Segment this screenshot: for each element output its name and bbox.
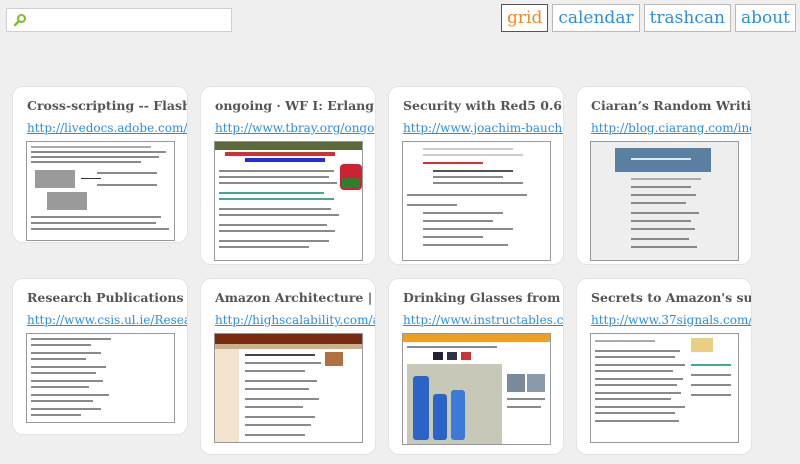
bookmark-card[interactable]: Amazon Architecture | H http://highscala…: [201, 279, 375, 454]
card-title: Research Publications: [27, 290, 184, 305]
card-title: Ciaran’s Random Writin: [591, 98, 751, 113]
bookmark-card[interactable]: Drinking Glasses from W http://www.instr…: [389, 279, 563, 454]
search-input[interactable]: [29, 11, 229, 31]
bookmark-card[interactable]: Cross-scripting -- Flash C http://livedo…: [13, 87, 187, 242]
card-title: Amazon Architecture | H: [215, 290, 375, 305]
nav-calendar[interactable]: calendar: [552, 4, 640, 32]
bookmark-card[interactable]: Security with Red5 0.6 - http://www.joac…: [389, 87, 563, 264]
bookmark-card[interactable]: ongoing · WF I: Erlang I http://www.tbra…: [201, 87, 375, 264]
card-url[interactable]: http://blog.ciarang.com/ind: [591, 121, 751, 135]
card-url[interactable]: http://livedocs.adobe.com/f: [27, 121, 187, 135]
page-thumbnail[interactable]: [402, 141, 551, 261]
nav-about[interactable]: about: [734, 4, 796, 32]
card-title: Drinking Glasses from W: [403, 290, 563, 305]
page-thumbnail[interactable]: [590, 141, 739, 261]
search-box[interactable]: [6, 8, 232, 32]
nav-trashcan[interactable]: trashcan: [643, 4, 731, 32]
bookmark-card[interactable]: Research Publications http://www.csis.ul…: [13, 279, 187, 434]
page-thumbnail[interactable]: [402, 333, 551, 445]
card-title: Cross-scripting -- Flash C: [27, 98, 187, 113]
card-title: Secrets to Amazon's suc: [591, 290, 751, 305]
page-thumbnail[interactable]: [214, 333, 363, 443]
page-thumbnail[interactable]: [214, 141, 363, 261]
card-title: ongoing · WF I: Erlang I: [215, 98, 375, 113]
card-url[interactable]: http://www.37signals.com/s: [591, 313, 751, 327]
page-thumbnail[interactable]: [26, 333, 175, 423]
card-url[interactable]: http://highscalability.com/a: [215, 313, 375, 327]
card-url[interactable]: http://www.instructables.co: [403, 313, 563, 327]
card-url[interactable]: http://www.csis.ul.ie/Resear: [27, 313, 187, 327]
page-thumbnail[interactable]: [590, 333, 739, 443]
bookmark-card[interactable]: Ciaran’s Random Writin http://blog.ciara…: [577, 87, 751, 264]
search-icon: [13, 14, 26, 27]
page-thumbnail[interactable]: [26, 141, 175, 241]
nav-grid[interactable]: grid: [501, 4, 549, 32]
view-nav: grid calendar trashcan about: [501, 4, 796, 32]
card-url[interactable]: http://www.joachim-bauch.: [403, 121, 563, 135]
card-title: Security with Red5 0.6 -: [403, 98, 563, 113]
card-url[interactable]: http://www.tbray.org/ongo: [215, 121, 375, 135]
bookmark-card[interactable]: Secrets to Amazon's suc http://www.37sig…: [577, 279, 751, 454]
